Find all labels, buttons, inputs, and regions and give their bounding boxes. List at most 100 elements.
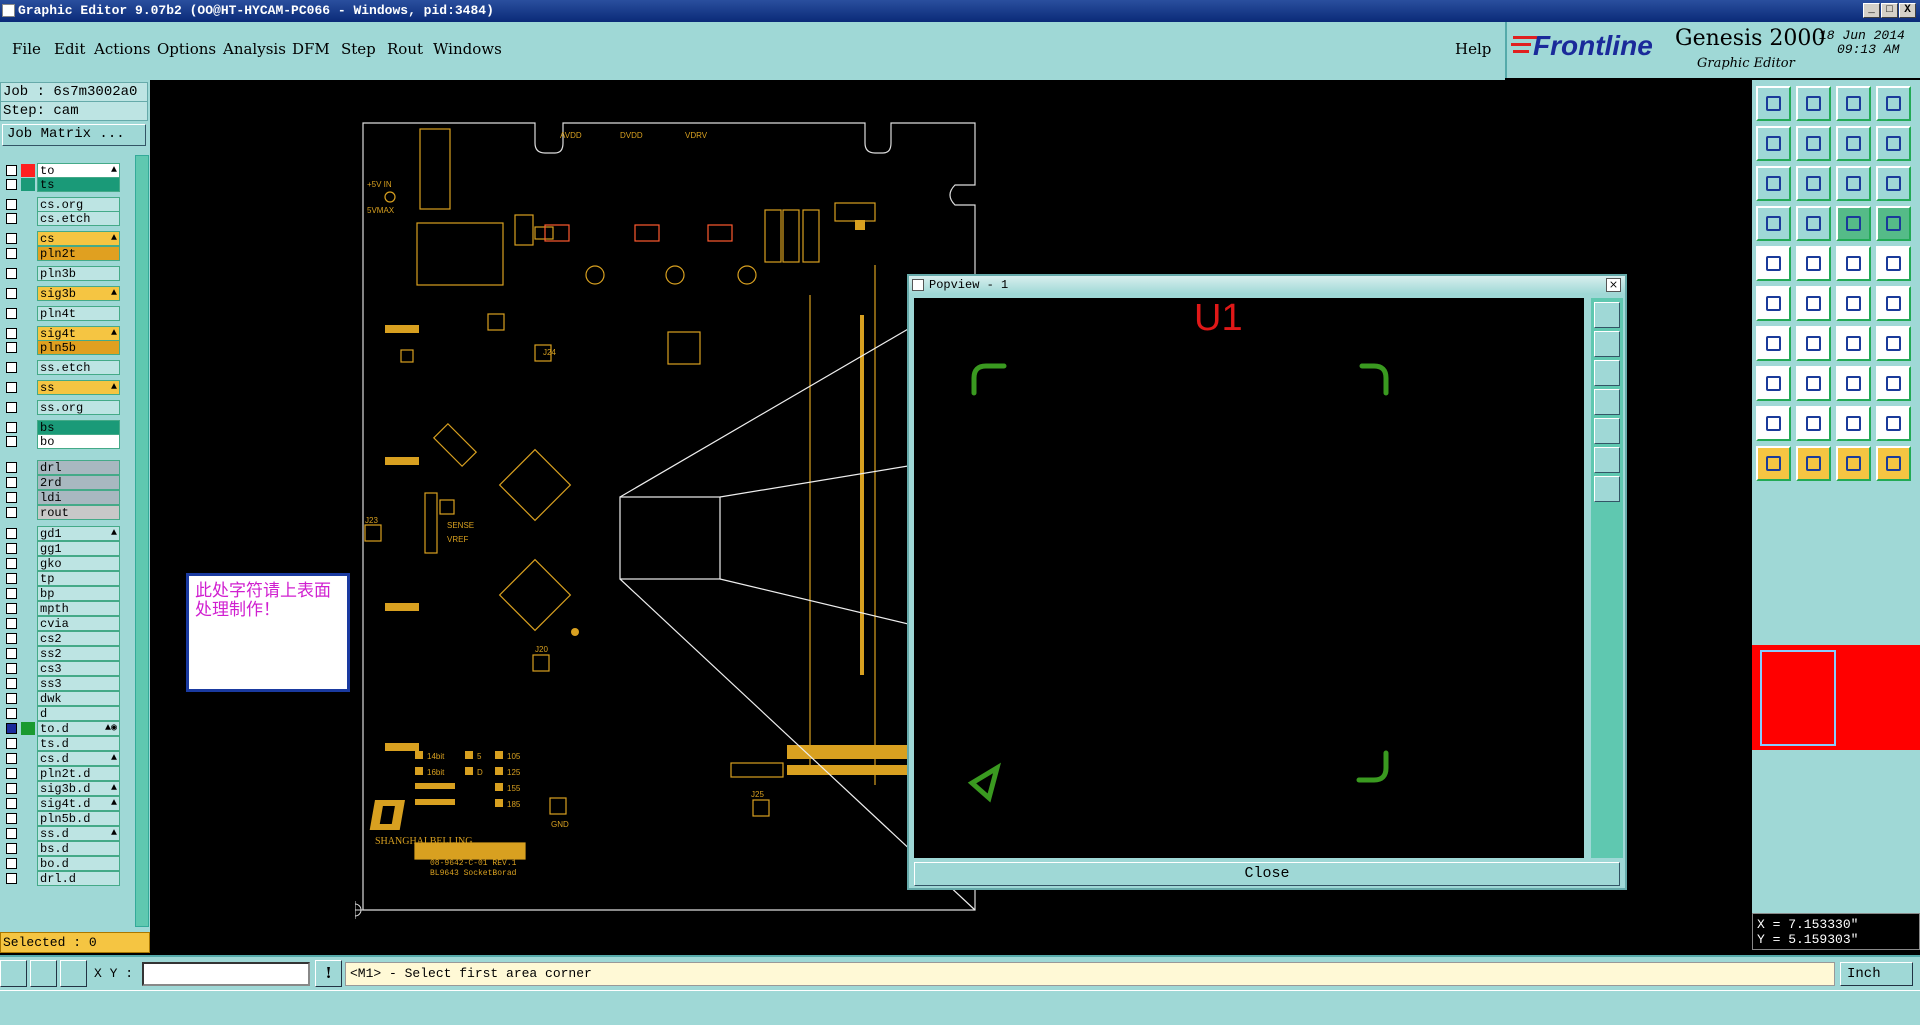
layer-checkbox[interactable] — [6, 783, 17, 794]
layer-row[interactable]: d — [2, 706, 120, 721]
layer-row[interactable]: 2rd — [2, 475, 120, 490]
layer-checkbox[interactable] — [6, 723, 17, 734]
pan-left-button[interactable] — [1756, 126, 1791, 161]
layer-checkbox[interactable] — [6, 477, 17, 488]
layer-row[interactable]: ts.d — [2, 736, 120, 751]
cross-button[interactable] — [1796, 286, 1831, 321]
settings-button[interactable] — [1756, 206, 1791, 241]
layer-row[interactable]: to.d ▲◉ — [2, 721, 120, 736]
layer-checkbox[interactable] — [6, 213, 17, 224]
layer-checkbox[interactable] — [6, 588, 17, 599]
layer-checkbox[interactable] — [6, 843, 17, 854]
layer-row[interactable]: ss.org — [2, 400, 120, 415]
layer-row[interactable]: drl.d — [2, 871, 120, 886]
layer-row[interactable]: pln3b — [2, 266, 120, 281]
layer-checkbox[interactable] — [6, 678, 17, 689]
layer-row[interactable]: pln2t — [2, 246, 120, 261]
grid-button[interactable] — [60, 960, 87, 987]
layer-row[interactable]: dwk — [2, 691, 120, 706]
layer-checkbox[interactable] — [6, 462, 17, 473]
layer-checkbox[interactable] — [6, 693, 17, 704]
layer-checkbox[interactable] — [6, 528, 17, 539]
triangle-button[interactable] — [1756, 406, 1791, 441]
curve-button[interactable] — [1836, 326, 1871, 361]
layer-checkbox[interactable] — [6, 753, 17, 764]
layer-checkbox[interactable] — [6, 558, 17, 569]
popview-close-button[interactable]: Close — [914, 862, 1620, 886]
layer-checkbox[interactable] — [6, 308, 17, 319]
overview-map[interactable] — [1752, 645, 1920, 750]
layer-row[interactable]: mpth — [2, 601, 120, 616]
menu-rout[interactable]: Rout — [387, 40, 423, 58]
zoom-fit-button[interactable] — [1756, 166, 1791, 201]
slash-button[interactable] — [1796, 326, 1831, 361]
layer-checkbox[interactable] — [6, 633, 17, 644]
layer-scrollbar[interactable] — [135, 155, 149, 927]
layer-row[interactable]: ss ▲ — [2, 380, 120, 395]
select-feature-button[interactable] — [1796, 446, 1831, 481]
layout-button[interactable] — [1876, 86, 1911, 121]
save-button[interactable] — [1796, 86, 1831, 121]
layer-row[interactable]: ss.d ▲ — [2, 826, 120, 841]
layer-checkbox[interactable] — [6, 828, 17, 839]
layer-checkbox[interactable] — [6, 813, 17, 824]
layer-row[interactable]: drl — [2, 460, 120, 475]
menu-step[interactable]: Step — [341, 40, 376, 58]
select-arrow-button[interactable] — [1756, 446, 1791, 481]
layer-row[interactable]: sig4t ▲ — [2, 326, 120, 341]
home-button[interactable] — [1836, 86, 1871, 121]
layer-checkbox[interactable] — [6, 165, 17, 176]
layer-row[interactable]: gg1 — [2, 541, 120, 556]
layer-row[interactable]: pln2t.d — [2, 766, 120, 781]
job-matrix-button[interactable]: Job Matrix ... — [2, 124, 146, 146]
layer-row[interactable]: ts — [2, 177, 120, 192]
layer-row[interactable]: pln5b.d — [2, 811, 120, 826]
layer-row[interactable]: bo — [2, 434, 120, 449]
layer-row[interactable]: cvia — [2, 616, 120, 631]
measure-button[interactable] — [30, 960, 57, 987]
layer-checkbox[interactable] — [6, 603, 17, 614]
popview-right-button[interactable] — [1594, 418, 1620, 444]
layer-row[interactable]: gd1 ▲ — [2, 526, 120, 541]
layer-checkbox[interactable] — [6, 492, 17, 503]
menu-dfm[interactable]: DFM — [292, 40, 330, 58]
layer-row[interactable]: ss3 — [2, 676, 120, 691]
close-window-button[interactable]: X — [1899, 3, 1916, 18]
layer-checkbox[interactable] — [6, 543, 17, 554]
layer-checkbox[interactable] — [6, 798, 17, 809]
line-node-button[interactable] — [1836, 286, 1871, 321]
layer-row[interactable]: ss.etch — [2, 360, 120, 375]
layer-row[interactable]: bs — [2, 420, 120, 435]
draw-button[interactable] — [1796, 246, 1831, 281]
layer-checkbox[interactable] — [6, 382, 17, 393]
layer-row[interactable]: pln5b — [2, 340, 120, 355]
layer-checkbox[interactable] — [6, 422, 17, 433]
alert-button[interactable]: ! — [315, 960, 342, 987]
snap-on-button[interactable] — [1836, 206, 1871, 241]
layer-checkbox[interactable] — [6, 738, 17, 749]
grid-toggle-button[interactable] — [1796, 206, 1831, 241]
layer-row[interactable]: to ▲ — [2, 163, 120, 178]
layer-row[interactable]: tp — [2, 571, 120, 586]
layer-checkbox[interactable] — [6, 573, 17, 584]
layer-row[interactable]: rout — [2, 505, 120, 520]
layer-checkbox[interactable] — [6, 768, 17, 779]
layer-checkbox[interactable] — [6, 436, 17, 447]
layer-row[interactable]: bp — [2, 586, 120, 601]
popview-x-icon[interactable]: × — [1606, 278, 1621, 292]
select-net-button[interactable] — [1836, 446, 1871, 481]
menu-file[interactable]: File — [12, 40, 41, 58]
layer-checkbox[interactable] — [6, 268, 17, 279]
popview-zoom-in-button[interactable] — [1594, 447, 1620, 473]
line-button[interactable] — [1756, 326, 1791, 361]
arc-node-button[interactable] — [1876, 286, 1911, 321]
move-button[interactable] — [1876, 366, 1911, 401]
layer-checkbox[interactable] — [6, 342, 17, 353]
align-button[interactable] — [1836, 366, 1871, 401]
layer-row[interactable]: sig3b ▲ — [2, 286, 120, 301]
menu-analysis[interactable]: Analysis — [223, 40, 286, 58]
layer-row[interactable]: ldi — [2, 490, 120, 505]
layer-checkbox[interactable] — [6, 233, 17, 244]
snap-off-button[interactable] — [1876, 206, 1911, 241]
layer-checkbox[interactable] — [6, 179, 17, 190]
